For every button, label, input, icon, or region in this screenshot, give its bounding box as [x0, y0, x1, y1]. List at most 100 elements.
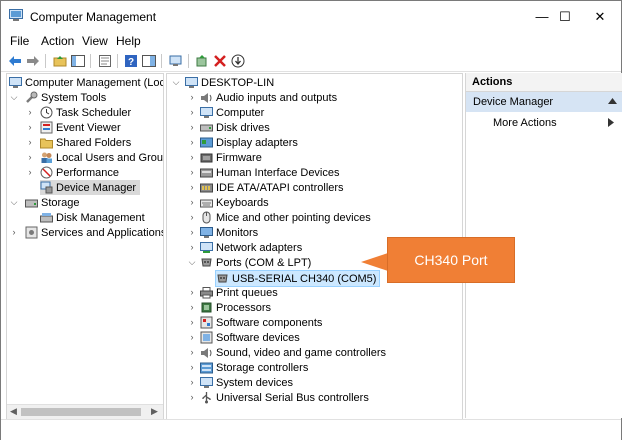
device-item-mice-and-other-pointing-devices[interactable]: Mice and other pointing devices [200, 210, 371, 225]
tree-item-local-users-and-groups[interactable]: Local Users and Groups [40, 150, 163, 165]
chevron-right-icon[interactable]: › [187, 182, 197, 192]
chevron-right-icon[interactable]: › [187, 92, 197, 102]
users-icon [40, 151, 53, 164]
device-item-processors[interactable]: Processors [200, 300, 271, 315]
device-item-firmware[interactable]: Firmware [200, 150, 262, 165]
properties-icon[interactable] [97, 53, 113, 69]
chevron-down-icon[interactable]: ⌵ [171, 77, 181, 88]
svg-text:?: ? [128, 57, 134, 67]
horizontal-scrollbar[interactable]: ◀ ▶ [7, 404, 163, 419]
chevron-right-icon[interactable]: › [187, 302, 197, 312]
collapse-triangle-icon[interactable] [608, 98, 617, 104]
chevron-down-icon[interactable]: ⌵ [187, 257, 197, 268]
device-item-audio-inputs-and-outputs[interactable]: Audio inputs and outputs [200, 90, 337, 105]
device-item-storage-controllers[interactable]: Storage controllers [200, 360, 308, 375]
chevron-right-icon[interactable]: › [25, 167, 35, 177]
device-item-display-adapters[interactable]: Display adapters [200, 135, 298, 150]
ide-icon [200, 181, 213, 194]
tree-item-device-manager[interactable]: Device Manager [40, 180, 141, 195]
scroll-right-icon[interactable]: ▶ [151, 406, 158, 417]
download-circle-icon[interactable] [230, 53, 246, 69]
menu-view[interactable]: View [82, 34, 108, 48]
chevron-right-icon[interactable]: › [187, 137, 197, 147]
device-item-ports-com-lpt[interactable]: Ports (COM & LPT) [200, 255, 311, 270]
chevron-right-icon[interactable]: › [187, 332, 197, 342]
device-item-system-devices[interactable]: System devices [200, 375, 293, 390]
actions-header: Actions [466, 73, 622, 92]
device-item-computer[interactable]: Computer [200, 105, 264, 120]
device-item-keyboards[interactable]: Keyboards [200, 195, 269, 210]
device-item-human-interface-devices[interactable]: Human Interface Devices [200, 165, 340, 180]
chevron-right-icon[interactable]: › [187, 317, 197, 327]
chevron-right-icon[interactable]: › [187, 107, 197, 117]
update-driver-icon[interactable] [194, 53, 210, 69]
chevron-down-icon[interactable]: ⌵ [9, 92, 19, 103]
chevron-right-icon[interactable]: › [9, 227, 19, 237]
tree-item-performance[interactable]: Performance [40, 165, 119, 180]
device-item-software-devices[interactable]: Software devices [200, 330, 300, 345]
scan-hardware-icon[interactable] [168, 53, 184, 69]
chevron-right-icon[interactable]: › [187, 377, 197, 387]
chevron-right-icon[interactable]: › [187, 212, 197, 222]
device-item-disk-drives[interactable]: Disk drives [200, 120, 270, 135]
menu-action[interactable]: Action [41, 34, 74, 48]
chevron-right-icon[interactable]: › [187, 197, 197, 207]
tree-item-task-scheduler[interactable]: Task Scheduler [40, 105, 131, 120]
submenu-arrow-icon [608, 118, 614, 127]
speaker-icon [200, 91, 213, 104]
chevron-right-icon[interactable]: › [187, 227, 197, 237]
actions-section-device-manager[interactable]: Device Manager [466, 92, 622, 112]
device-item-ide-ata-atapi-controllers[interactable]: IDE ATA/ATAPI controllers [200, 180, 344, 195]
services-icon [25, 226, 38, 239]
menu-help[interactable]: Help [116, 34, 141, 48]
more-actions-item[interactable]: More Actions [466, 115, 622, 131]
menu-file[interactable]: File [10, 34, 29, 48]
chevron-right-icon[interactable]: › [187, 242, 197, 252]
chevron-right-icon[interactable]: › [187, 287, 197, 297]
tree-item-label: Device Manager [56, 181, 137, 194]
device-item-label: Network adapters [216, 241, 303, 254]
device-item-sound-video-and-game-controllers[interactable]: Sound, video and game controllers [200, 345, 386, 360]
chevron-right-icon[interactable]: › [187, 362, 197, 372]
network-icon [200, 241, 213, 254]
uninstall-x-icon[interactable] [212, 53, 228, 69]
chevron-right-icon[interactable]: › [25, 122, 35, 132]
chevron-right-icon[interactable]: › [187, 167, 197, 177]
computer-management-icon [9, 76, 22, 89]
tree-item-services-and-applications[interactable]: Services and Applications [25, 225, 163, 240]
tree-item-system-tools[interactable]: System Tools [25, 90, 106, 105]
show-action-pane-icon[interactable] [141, 53, 157, 69]
tree-item-label: Disk Management [56, 211, 145, 224]
chevron-down-icon[interactable]: ⌵ [9, 197, 19, 208]
chevron-right-icon[interactable]: › [187, 152, 197, 162]
up-folder-icon[interactable] [52, 53, 68, 69]
callout-pointer [361, 253, 388, 271]
window-title: Computer Management [30, 10, 157, 24]
forward-arrow-icon[interactable] [25, 53, 41, 69]
tree-item-event-viewer[interactable]: Event Viewer [40, 120, 121, 135]
chevron-right-icon[interactable]: › [25, 152, 35, 162]
scroll-left-icon[interactable]: ◀ [10, 406, 17, 417]
scrollbar-thumb[interactable] [21, 408, 141, 416]
device-item-print-queues[interactable]: Print queues [200, 285, 278, 300]
chevron-right-icon[interactable]: › [187, 392, 197, 402]
tree-item-disk-management[interactable]: Disk Management [40, 210, 145, 225]
tree-item-shared-folders[interactable]: Shared Folders [40, 135, 131, 150]
show-hide-tree-icon[interactable] [70, 53, 86, 69]
close-button[interactable]: ✕ [577, 1, 622, 32]
device-item-software-components[interactable]: Software components [200, 315, 322, 330]
chevron-right-icon[interactable]: › [25, 137, 35, 147]
tree-item-computer-management[interactable]: Computer Management (Local [9, 75, 163, 90]
chevron-right-icon[interactable]: › [25, 107, 35, 117]
device-item-universal-serial-bus-controllers[interactable]: Universal Serial Bus controllers [200, 390, 369, 405]
back-arrow-icon[interactable] [7, 53, 23, 69]
help-icon[interactable]: ? [123, 53, 139, 69]
device-item-label: Firmware [216, 151, 262, 164]
chevron-right-icon[interactable]: › [187, 347, 197, 357]
tree-item-storage[interactable]: Storage [25, 195, 80, 210]
ch340-callout: CH340 Port [387, 237, 515, 283]
device-item-monitors[interactable]: Monitors [200, 225, 258, 240]
device-tree-root[interactable]: DESKTOP-LIN [185, 75, 274, 90]
chevron-right-icon[interactable]: › [187, 122, 197, 132]
device-item-network-adapters[interactable]: Network adapters [200, 240, 302, 255]
